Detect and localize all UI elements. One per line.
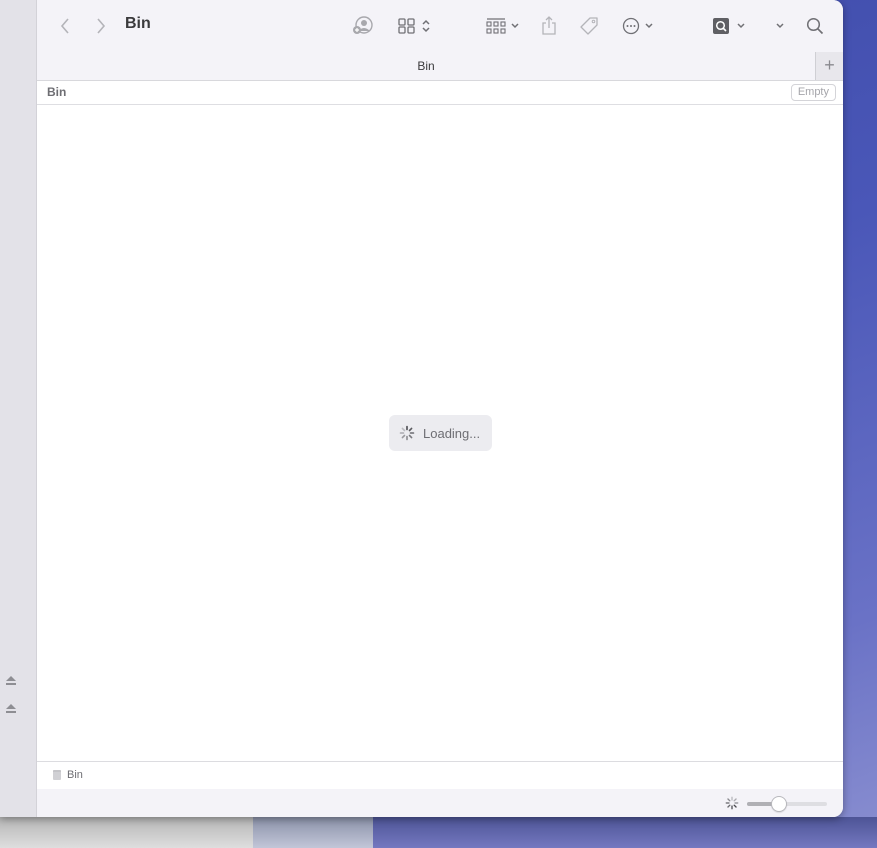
desktop-background bbox=[0, 817, 253, 848]
tab-bin[interactable]: Bin bbox=[37, 52, 815, 80]
spinner-icon bbox=[399, 425, 415, 441]
toolbar: Bin bbox=[37, 0, 843, 52]
preview-search-icon bbox=[713, 18, 729, 34]
tag-button[interactable] bbox=[578, 14, 600, 38]
chevron-down-icon bbox=[737, 23, 745, 29]
spinner-icon bbox=[725, 796, 739, 810]
location-title: Bin bbox=[47, 85, 67, 99]
share-icon bbox=[542, 16, 556, 35]
chevron-down-icon bbox=[645, 23, 653, 29]
search-icon bbox=[806, 17, 824, 35]
finder-window: Bin Bin + Bin Empty Loading... Bin bbox=[0, 0, 843, 817]
toolbar-overflow-button[interactable] bbox=[773, 14, 787, 38]
search-button[interactable] bbox=[805, 14, 825, 38]
sidebar bbox=[0, 0, 37, 817]
trash-icon bbox=[53, 770, 61, 780]
eject-icon[interactable] bbox=[5, 704, 16, 715]
icon-size-slider[interactable] bbox=[747, 796, 827, 812]
slider-knob[interactable] bbox=[771, 796, 788, 812]
new-tab-button[interactable]: + bbox=[815, 52, 843, 80]
chevron-right-icon bbox=[97, 18, 106, 34]
empty-bin-button[interactable]: Empty bbox=[790, 84, 836, 101]
quick-look-button[interactable] bbox=[709, 14, 749, 38]
desktop-background bbox=[373, 817, 877, 848]
forward-button[interactable] bbox=[93, 14, 109, 38]
loading-indicator: Loading... bbox=[389, 415, 492, 451]
chevron-down-icon bbox=[776, 23, 784, 29]
person-add-icon bbox=[353, 16, 373, 34]
location-header: Bin Empty bbox=[37, 81, 843, 105]
loading-text: Loading... bbox=[423, 425, 481, 441]
view-mode-button[interactable] bbox=[395, 14, 435, 38]
eject-icon[interactable] bbox=[5, 676, 16, 687]
tab-bar: Bin + bbox=[37, 52, 843, 81]
more-actions-button[interactable] bbox=[620, 14, 656, 38]
status-bar bbox=[37, 789, 843, 817]
file-list-area[interactable]: Loading... bbox=[37, 105, 843, 761]
ellipsis-circle-icon bbox=[622, 17, 640, 35]
up-down-chevron-icon bbox=[422, 19, 430, 33]
share-button[interactable] bbox=[539, 14, 559, 38]
tag-icon bbox=[580, 17, 598, 35]
grid-view-icon bbox=[398, 18, 415, 34]
path-item-bin[interactable]: Bin bbox=[67, 769, 83, 781]
back-button[interactable] bbox=[57, 14, 73, 38]
desktop-background bbox=[253, 817, 373, 848]
chevron-down-icon bbox=[511, 23, 519, 29]
group-by-icon bbox=[486, 18, 506, 34]
chevron-left-icon bbox=[60, 18, 69, 34]
share-with-people-button[interactable] bbox=[352, 14, 374, 38]
path-bar: Bin bbox=[37, 761, 843, 790]
group-by-button[interactable] bbox=[483, 14, 523, 38]
window-title: Bin bbox=[125, 15, 151, 32]
